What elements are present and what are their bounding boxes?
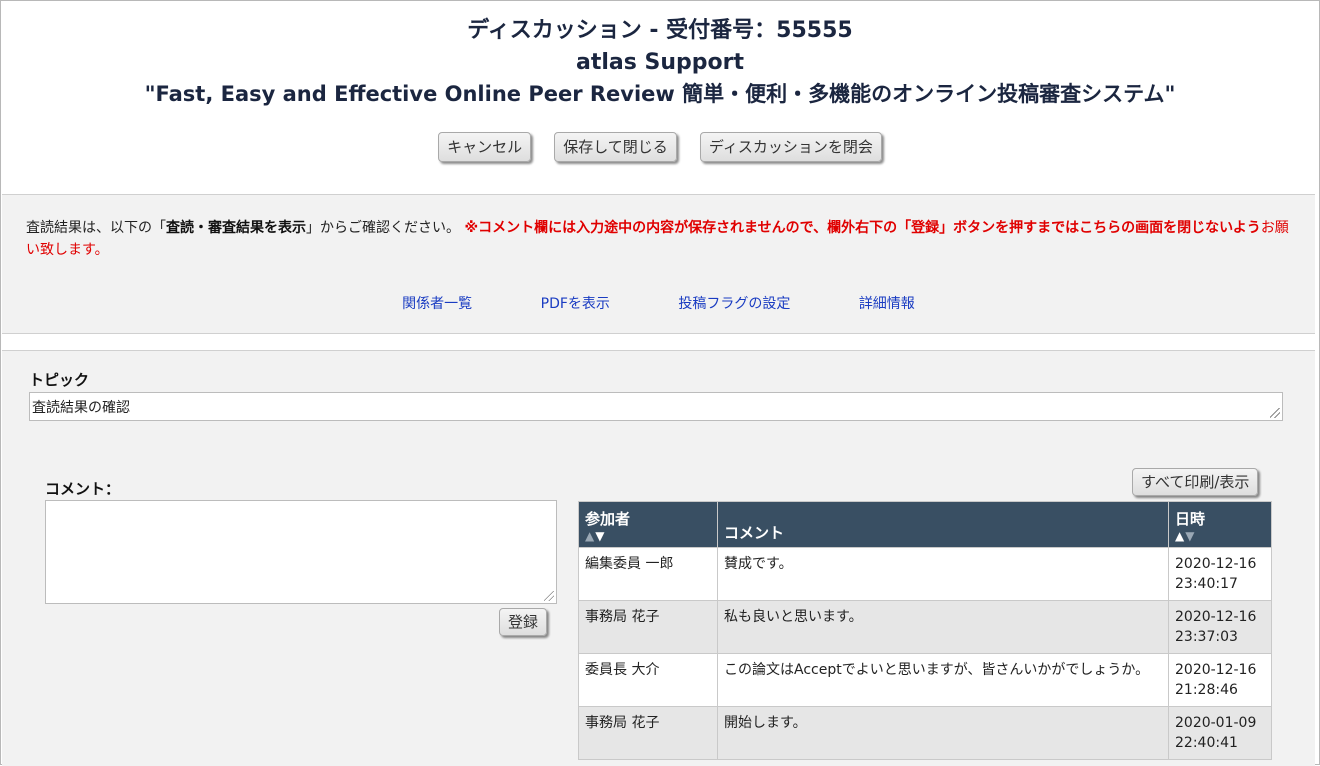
datetime-cell: 2020-12-16 23:40:17	[1168, 547, 1272, 601]
submit-button[interactable]: 登録	[499, 608, 548, 636]
date-text: 2020-12-16	[1175, 609, 1257, 625]
sort-down-icon[interactable]: ▼	[595, 529, 605, 543]
page-title: ディスカッション - 受付番号：55555	[467, 18, 853, 43]
time-text: 21:28:46	[1175, 682, 1238, 698]
comment-column-header: コメント	[717, 501, 1169, 548]
comment-textarea[interactable]	[45, 500, 557, 604]
discussion-window: ディスカッション - 受付番号：55555 atlas Support "Fas…	[0, 0, 1320, 766]
comment-cell: 開始します。	[717, 706, 1169, 760]
datetime-header-label: 日時	[1175, 510, 1206, 528]
datetime-sort-controls: ▲▼	[1175, 529, 1265, 543]
time-text: 23:37:03	[1175, 629, 1238, 645]
review-results-label: 査読・審査結果を表示	[166, 220, 306, 236]
datetime-cell: 2020-12-16 23:37:03	[1168, 600, 1272, 654]
table-row: 事務局 花子 私も良いと思います。 2020-12-16 23:37:03	[578, 600, 1272, 654]
comment-cell: この論文はAcceptでよいと思いますが、皆さんいかがでしょうか。	[717, 653, 1169, 707]
print-all-button[interactable]: すべて印刷/表示	[1132, 468, 1259, 496]
resize-grip-icon[interactable]	[544, 591, 554, 601]
comment-label: コメント：	[45, 480, 121, 498]
sort-up-icon[interactable]: ▲	[1175, 529, 1185, 543]
resize-grip-icon[interactable]	[1270, 408, 1280, 418]
flag-settings-link[interactable]: 投稿フラグの設定	[678, 296, 790, 312]
datetime-cell: 2020-01-09 22:40:41	[1168, 706, 1272, 760]
close-discussion-button[interactable]: ディスカッションを閉会	[699, 132, 882, 162]
notice-panel: 査読結果は、以下の「査読・審査結果を表示」からご確認ください。 ※コメント欄には…	[2, 194, 1315, 334]
comment-cell: 私も良いと思います。	[717, 600, 1169, 654]
save-close-button[interactable]: 保存して閉じる	[554, 132, 677, 162]
notice-text: 査読結果は、以下の「査読・審査結果を表示」からご確認ください。 ※コメント欄には…	[26, 217, 1291, 261]
participant-column-header: 参加者 ▲▼	[578, 501, 718, 548]
page-header: ディスカッション - 受付番号：55555 atlas Support "Fas…	[1, 1, 1319, 109]
site-tagline: "Fast, Easy and Effective Online Peer Re…	[144, 82, 1176, 106]
participant-sort-controls: ▲▼	[585, 529, 711, 543]
topic-field[interactable]: 査読結果の確認	[29, 392, 1283, 421]
notice-part1: 査読結果は、以下の「	[26, 220, 166, 236]
action-buttons: キャンセル 保存して閉じる ディスカッションを閉会	[1, 132, 1319, 162]
topic-label: トピック	[29, 371, 90, 389]
participant-cell: 委員長 大介	[578, 653, 718, 707]
details-link[interactable]: 詳細情報	[859, 296, 915, 312]
participant-cell: 事務局 花子	[578, 706, 718, 760]
datetime-column-header: 日時 ▲▼	[1168, 501, 1272, 548]
time-text: 23:40:17	[1175, 576, 1238, 592]
table-row: 編集委員 一郎 賛成です。 2020-12-16 23:40:17	[578, 547, 1272, 601]
notice-part2: 」からご確認ください。	[306, 220, 465, 236]
datetime-cell: 2020-12-16 21:28:46	[1168, 653, 1272, 707]
participants-link[interactable]: 関係者一覧	[402, 296, 472, 312]
comment-cell: 賛成です。	[717, 547, 1169, 601]
view-pdf-link[interactable]: PDFを表示	[541, 296, 610, 312]
comments-table: 参加者 ▲▼ コメント 日時 ▲▼ 編集委員 一郎 賛成です。 2020-12-…	[578, 501, 1272, 760]
warning-bold: ※コメント欄には入力途中の内容が保存されませんので、欄外右下の「登録」ボタンを押…	[464, 220, 1261, 236]
sort-up-icon[interactable]: ▲	[585, 529, 595, 543]
date-text: 2020-12-16	[1175, 556, 1257, 572]
discussion-panel: トピック 査読結果の確認 コメント： 登録 すべて印刷/表示 参加者 ▲▼ コメ…	[2, 350, 1315, 766]
date-text: 2020-01-09	[1175, 715, 1257, 731]
participant-header-label: 参加者	[585, 510, 631, 528]
manuscript-links: 関係者一覧 PDFを表示 投稿フラグの設定 詳細情報	[2, 293, 1315, 313]
table-row: 事務局 花子 開始します。 2020-01-09 22:40:41	[578, 706, 1272, 760]
sort-down-icon[interactable]: ▼	[1185, 529, 1195, 543]
table-row: 委員長 大介 この論文はAcceptでよいと思いますが、皆さんいかがでしょうか。…	[578, 653, 1272, 707]
participant-cell: 編集委員 一郎	[578, 547, 718, 601]
time-text: 22:40:41	[1175, 735, 1238, 751]
date-text: 2020-12-16	[1175, 662, 1257, 678]
site-name: atlas Support	[576, 50, 744, 75]
cancel-button[interactable]: キャンセル	[438, 132, 532, 162]
participant-cell: 事務局 花子	[578, 600, 718, 654]
topic-value: 査読結果の確認	[32, 400, 130, 416]
